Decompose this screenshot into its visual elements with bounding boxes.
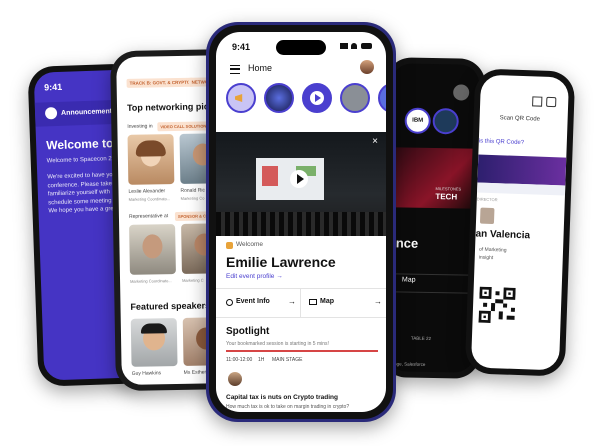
- wifi-icon: [351, 43, 358, 49]
- wave-icon: [226, 242, 233, 249]
- slide-block: [262, 166, 278, 186]
- session-duration: 1H: [258, 357, 265, 363]
- session-time: 11:00-12:00: [226, 357, 253, 363]
- story-partial[interactable]: [378, 83, 386, 113]
- status-time: 9:41: [43, 81, 63, 93]
- user-name: Emilie Lawrence: [226, 254, 336, 270]
- qr-question[interactable]: is this QR Code?: [479, 139, 525, 147]
- track-chip[interactable]: TRACK B: GOVT. & CRYPTO: [126, 77, 194, 88]
- avatar[interactable]: [453, 84, 470, 101]
- role-label: DIRECTOR: [476, 196, 498, 203]
- person-name: Leslie Alexander: [128, 188, 166, 195]
- avatar[interactable]: [360, 60, 374, 74]
- close-icon[interactable]: ×: [372, 136, 378, 147]
- session-title[interactable]: Capital tax is nuts on Crypto trading: [226, 394, 338, 401]
- speaker-photo[interactable]: [130, 318, 178, 367]
- main-screen: 9:41 Home × Welcome Emilie Lawrence Edit…: [216, 32, 386, 412]
- arrow-right-icon: →: [288, 297, 296, 306]
- dark-hero: MILESTONES TECH: [389, 147, 479, 209]
- dynamic-island: [276, 40, 326, 55]
- profile-avatar: [479, 207, 495, 225]
- networking-title: Top networking pick: [126, 101, 214, 113]
- speaker-name: Ms Esther: [183, 369, 207, 376]
- spotlight-title: Spotlight: [226, 326, 270, 337]
- edit-profile-link[interactable]: Edit event profile →: [226, 273, 283, 280]
- status-time: 9:41: [232, 42, 251, 52]
- speaker-name: Guy Hawkins: [131, 370, 162, 377]
- investing-chip[interactable]: VIDEO CALL SOLUTIONS: [157, 121, 213, 132]
- info-icon: [226, 299, 233, 306]
- speaker-avatar[interactable]: [228, 372, 242, 386]
- venue-text: sge, Salesforce: [394, 361, 426, 367]
- hero-video[interactable]: ×: [216, 132, 386, 236]
- status-icons: [339, 43, 372, 51]
- qr-grid-icon[interactable]: [532, 96, 543, 107]
- featured-speakers-title: Featured speakers: [130, 300, 211, 312]
- story-photo[interactable]: [340, 83, 370, 113]
- event-info-button[interactable]: Event Info →: [216, 289, 300, 317]
- battery-icon: [361, 43, 372, 49]
- map-icon: [309, 299, 317, 305]
- hero-small-text: MILESTONES: [435, 186, 462, 192]
- hair-shape: [135, 140, 166, 157]
- qr-screen: Scan QR Code is this QR Code? DIRECTOR a…: [470, 74, 570, 371]
- divider: [216, 317, 386, 318]
- profile-name: an Valencia: [475, 228, 531, 242]
- welcome-label: Welcome: [236, 241, 263, 248]
- hair-shape: [140, 323, 167, 334]
- chat-icon[interactable]: [546, 96, 557, 108]
- session-description: How much tax is ok to take on margin tra…: [226, 404, 350, 410]
- audience: [216, 212, 386, 236]
- divider: [388, 273, 477, 276]
- hero-word: TECH: [435, 192, 458, 202]
- play-icon: [297, 174, 304, 184]
- divider: [387, 291, 476, 294]
- ibm-logo[interactable]: IBM: [404, 107, 431, 134]
- spotlight-progress: [226, 350, 378, 352]
- investing-label: Investing in: [127, 123, 153, 130]
- person-name: Ronald Ric: [180, 187, 206, 194]
- person-photo[interactable]: [127, 134, 175, 185]
- session-stage: MAIN STAGE: [272, 357, 303, 363]
- menu-icon-bar: [230, 68, 240, 70]
- story-event[interactable]: [264, 83, 294, 113]
- play-icon: [315, 94, 321, 102]
- face-shape: [142, 234, 163, 259]
- dark-map-label[interactable]: Map: [402, 276, 416, 283]
- person-role: Marketing Coordinato...: [128, 196, 171, 202]
- menu-icon[interactable]: [230, 65, 240, 74]
- phone-qr: Scan QR Code is this QR Code? DIRECTOR a…: [464, 68, 576, 377]
- qr-band: [477, 182, 566, 196]
- event-info-label: Event Info: [236, 298, 270, 305]
- welcome-subtitle: Welcome to Spacecon 2: [46, 156, 112, 165]
- story-megaphone[interactable]: [226, 83, 256, 113]
- qr-banner: [477, 154, 567, 186]
- arrow-right-icon: →: [374, 297, 382, 306]
- spotlight-subtitle: Your bookmarked session is starting in 5…: [226, 341, 329, 347]
- profile-role-line: insight: [478, 254, 494, 262]
- header-title: Home: [248, 63, 273, 73]
- megaphone-icon: [235, 94, 243, 102]
- person-photo[interactable]: [129, 224, 176, 275]
- representative-label: Representative at: [128, 213, 169, 220]
- table-label: TABLE 22: [410, 335, 432, 341]
- phone-main: 9:41 Home × Welcome Emilie Lawrence Edit…: [206, 22, 396, 422]
- person-role: Marketing Coordinato...: [130, 278, 172, 284]
- welcome-title: Welcome to t: [45, 135, 121, 153]
- signal-icon: [339, 43, 348, 49]
- qr-code[interactable]: [478, 286, 516, 324]
- profile-role-line: of Marketing: [478, 246, 507, 254]
- person-role: Marketing Co: [180, 195, 205, 201]
- story-avatar[interactable]: [432, 107, 459, 135]
- map-button[interactable]: Map →: [301, 289, 386, 317]
- story-play[interactable]: [302, 83, 332, 113]
- person-role: Marketing C: [182, 277, 204, 283]
- map-label: Map: [320, 298, 334, 305]
- scan-qr-tab[interactable]: Scan QR Code: [500, 115, 541, 122]
